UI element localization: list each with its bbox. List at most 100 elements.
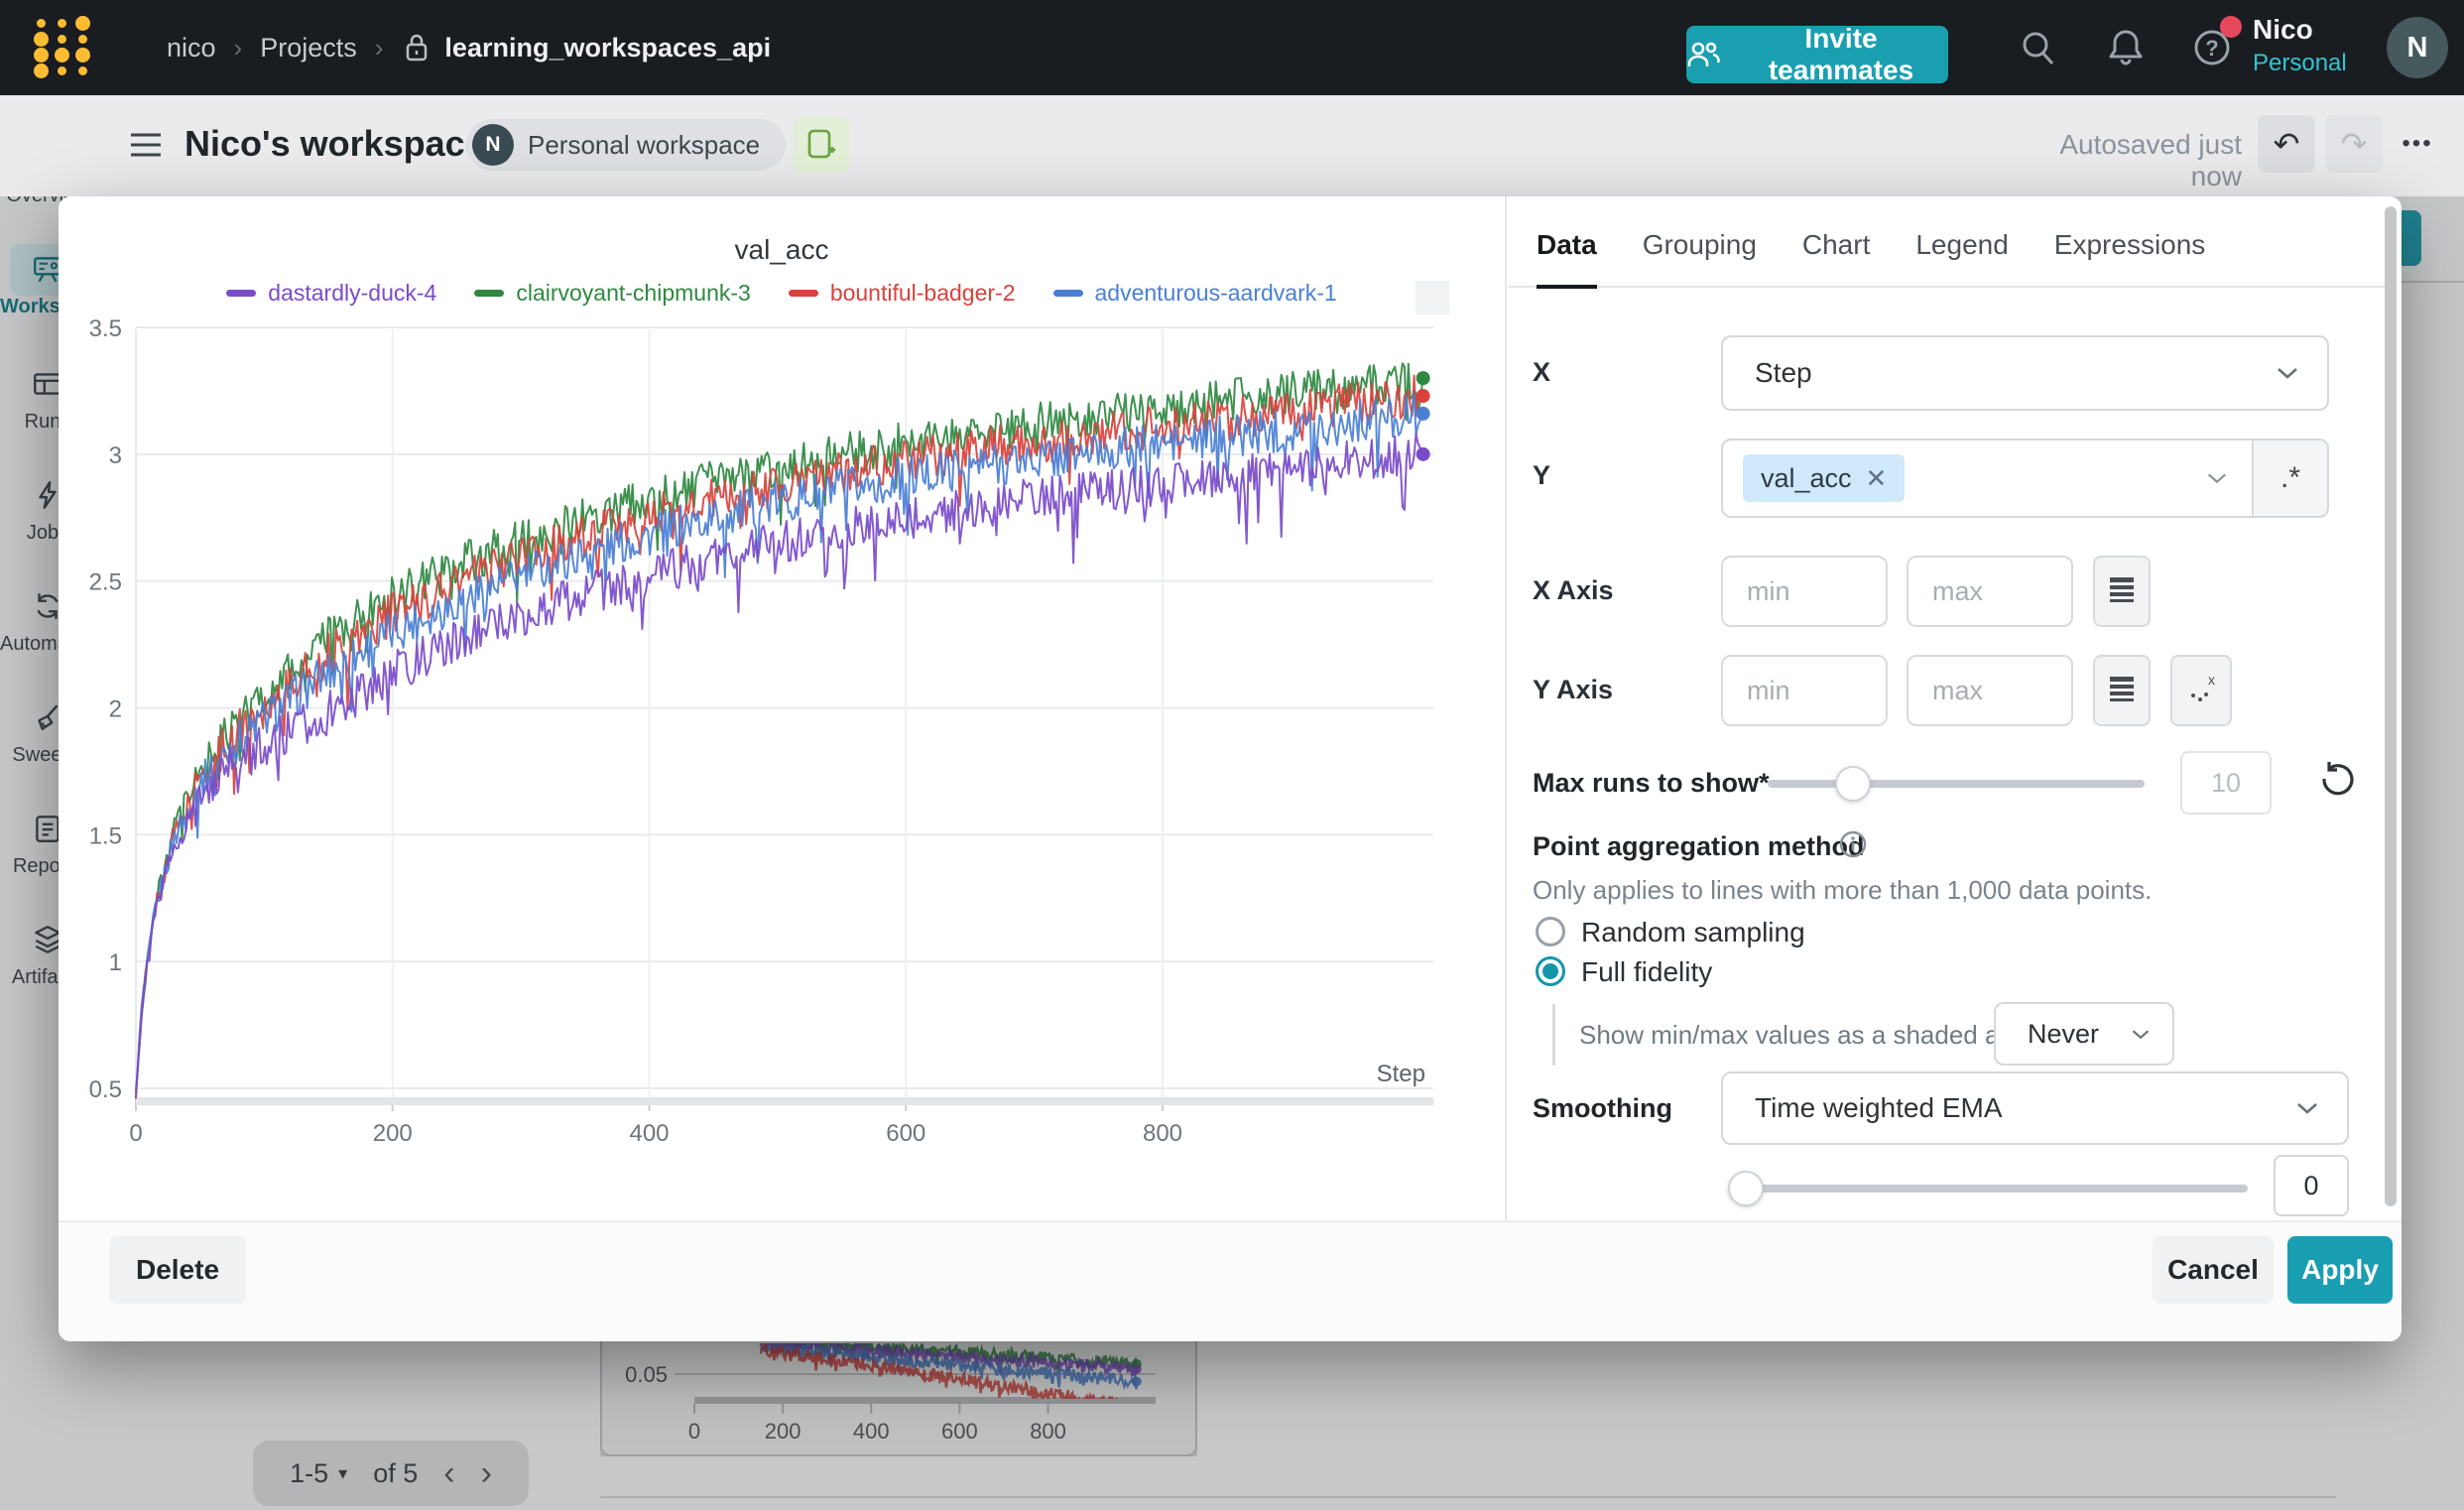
panel-edit-modal: val_acc dastardly-duck-4clairvoyant-chip… — [59, 196, 2402, 1341]
x-axis-max-input[interactable] — [1907, 556, 2073, 627]
svg-text:400: 400 — [629, 1120, 669, 1147]
cancel-button[interactable]: Cancel — [2153, 1236, 2274, 1304]
pagination-next-button[interactable]: › — [481, 1454, 492, 1493]
reset-icon — [2317, 761, 2357, 804]
legend-swatch — [226, 290, 256, 297]
minmax-shaded-select[interactable]: Never — [1994, 1002, 2174, 1066]
settings-scrollbar[interactable] — [2385, 206, 2397, 1206]
max-runs-slider-thumb[interactable] — [1835, 766, 1871, 802]
random-sampling-label[interactable]: Random sampling — [1581, 917, 1805, 948]
logo-dot — [55, 48, 69, 63]
breadcrumb-project[interactable]: learning_workspaces_api — [444, 33, 771, 63]
tab-chart[interactable]: Chart — [1802, 229, 1870, 289]
breadcrumb: nico › Projects › learning_workspaces_ap… — [167, 0, 771, 95]
legend-run-name: clairvoyant-chipmunk-3 — [516, 280, 750, 307]
logo-dot — [75, 48, 90, 63]
logo-dot — [58, 19, 66, 28]
tab-legend[interactable]: Legend — [1915, 229, 2008, 289]
full-fidelity-radio[interactable] — [1536, 956, 1565, 986]
legend-item[interactable]: dastardly-duck-4 — [226, 280, 436, 307]
breadcrumb-org[interactable]: nico — [167, 33, 216, 63]
y-axis-max-input[interactable] — [1907, 655, 2073, 726]
tab-expressions[interactable]: Expressions — [2054, 229, 2206, 289]
y-metric-chip[interactable]: val_acc ✕ — [1743, 454, 1905, 502]
svg-text:3: 3 — [109, 442, 122, 469]
personal-workspace-badge[interactable]: N Personal workspace — [466, 119, 786, 171]
people-icon — [1686, 40, 1720, 69]
user-avatar[interactable]: N — [2387, 17, 2448, 78]
background-teal-button-fragment — [2402, 210, 2421, 266]
notifications-bell-icon[interactable] — [2105, 26, 2147, 74]
svg-text:2: 2 — [109, 696, 122, 723]
reset-max-runs-button[interactable] — [2313, 758, 2361, 806]
workspace-badge-label: Personal workspace — [528, 130, 760, 161]
user-menu[interactable]: Nico Personal — [2253, 14, 2372, 77]
max-runs-value[interactable]: 10 — [2180, 751, 2272, 815]
save-view-button[interactable] — [794, 117, 849, 173]
chevron-down-icon — [2295, 1101, 2319, 1115]
full-fidelity-label[interactable]: Full fidelity — [1581, 956, 1712, 988]
breadcrumb-separator: › — [234, 33, 243, 63]
invite-teammates-button[interactable]: Invite teammates — [1686, 26, 1948, 83]
tab-grouping[interactable]: Grouping — [1643, 229, 1757, 289]
remove-metric-icon[interactable]: ✕ — [1866, 463, 1888, 494]
workspace-owner-avatar: N — [472, 124, 514, 166]
chart-legend: dastardly-duck-4 clairvoyant-chipmunk-3 bo… — [59, 280, 1505, 307]
apply-button[interactable]: Apply — [2287, 1236, 2393, 1304]
svg-text:0: 0 — [129, 1120, 142, 1147]
user-scope: Personal — [2253, 50, 2372, 77]
legend-item[interactable]: adventurous-aardvark-1 — [1053, 280, 1337, 307]
max-runs-slider-track[interactable] — [1768, 780, 2145, 788]
modal-divider — [1505, 196, 1507, 1220]
svg-text:800: 800 — [1143, 1120, 1182, 1147]
logo-dot — [58, 66, 66, 75]
smoothing-select[interactable]: Time weighted EMA — [1721, 1071, 2349, 1145]
redo-button[interactable]: ↷ — [2325, 115, 2383, 173]
breadcrumb-projects[interactable]: Projects — [260, 33, 357, 63]
hamburger-menu-icon[interactable] — [127, 129, 165, 166]
y-axis-min-input[interactable] — [1721, 655, 1888, 726]
tab-data[interactable]: Data — [1537, 229, 1597, 289]
wandb-logo-icon[interactable] — [34, 16, 95, 79]
log-scale-icon — [2108, 575, 2136, 608]
legend-swatch — [789, 290, 818, 297]
y-metric-input[interactable]: val_acc ✕ .* — [1721, 439, 2329, 518]
save-view-icon — [805, 128, 837, 162]
legend-run-name: adventurous-aardvark-1 — [1095, 280, 1337, 307]
svg-text:1: 1 — [109, 949, 122, 976]
x-axis-log-scale-button[interactable] — [2093, 556, 2151, 627]
y-axis-outliers-button[interactable]: x — [2170, 655, 2232, 726]
info-icon[interactable] — [1838, 829, 1868, 864]
val-acc-line-chart[interactable]: 0.511.522.533.50200400600800Step — [59, 310, 1505, 1220]
legend-item[interactable]: bountiful-badger-2 — [789, 280, 1016, 307]
chevron-down-icon — [2276, 366, 2299, 380]
legend-item[interactable]: clairvoyant-chipmunk-3 — [474, 280, 750, 307]
outliers-icon: x — [2184, 672, 2218, 710]
regex-toggle-button[interactable]: .* — [2252, 440, 2327, 516]
svg-text:?: ? — [2205, 36, 2218, 61]
smoothing-amount-value[interactable]: 0 — [2274, 1155, 2349, 1216]
pagination-range: 1-5 — [290, 1458, 328, 1489]
logo-dot — [75, 16, 90, 31]
svg-text:Step: Step — [1377, 1061, 1425, 1087]
smoothing-slider-thumb[interactable] — [1728, 1171, 1764, 1206]
random-sampling-radio[interactable] — [1536, 917, 1565, 946]
settings-tabs: Data Grouping Chart Legend Expressions — [1509, 196, 2386, 288]
logo-dot — [34, 48, 49, 63]
x-metric-select[interactable]: Step — [1721, 335, 2329, 411]
smoothing-slider-track[interactable] — [1738, 1185, 2248, 1193]
more-options-button[interactable]: ••• — [2387, 115, 2448, 173]
log-scale-icon — [2108, 675, 2136, 707]
y-axis-log-scale-button[interactable] — [2093, 655, 2151, 726]
user-name: Nico — [2253, 14, 2372, 46]
delete-button[interactable]: Delete — [109, 1236, 246, 1304]
search-icon[interactable] — [2018, 28, 2059, 74]
undo-button[interactable]: ↶ — [2258, 115, 2315, 173]
svg-text:3.5: 3.5 — [89, 315, 122, 342]
logo-dot — [37, 19, 46, 28]
pagination-prev-button[interactable]: ‹ — [443, 1454, 454, 1493]
svg-text:0.5: 0.5 — [89, 1076, 122, 1103]
pagination-total: of 5 — [373, 1458, 418, 1489]
x-axis-min-input[interactable] — [1721, 556, 1888, 627]
pagination-range-dropdown[interactable]: 1-5 ▾ — [290, 1458, 347, 1489]
